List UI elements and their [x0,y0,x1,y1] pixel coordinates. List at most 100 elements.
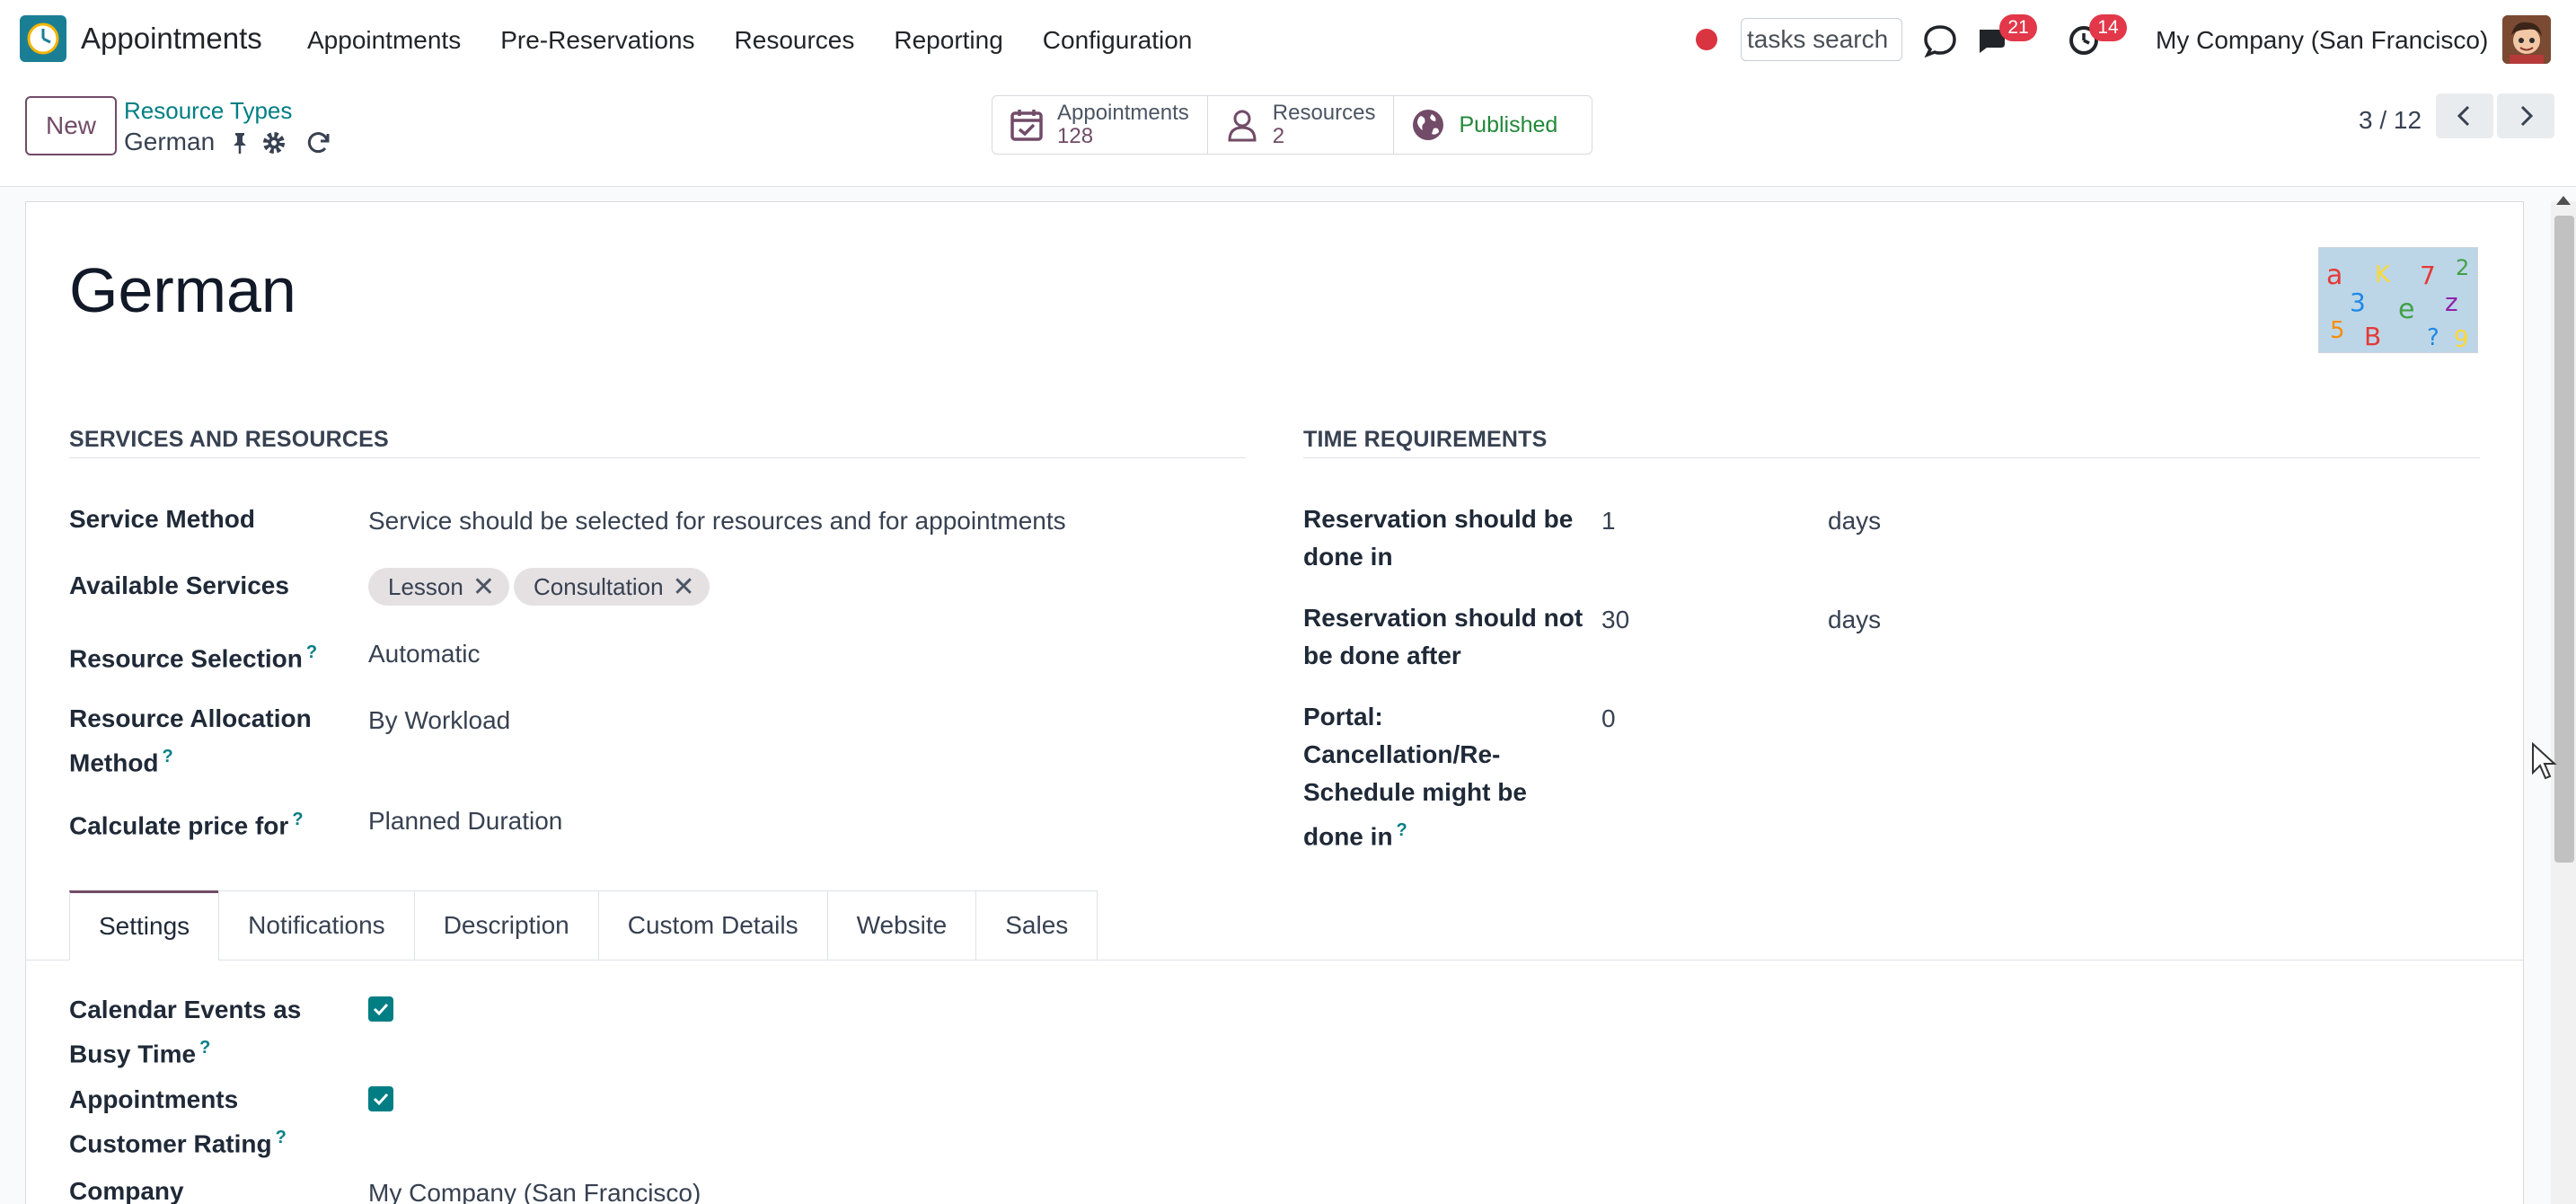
reservation-done-in-label: Reservation should be done in [1303,505,1574,571]
reservation-done-in-unit: days [1828,507,1882,535]
resources-smart-label: Resources [1272,101,1376,125]
tab-notifications[interactable]: Notifications [218,890,414,961]
menu-reporting[interactable]: Reporting [894,26,1002,55]
time-section-title: TIME REQUIREMENTS [1303,427,1548,452]
menu-pre-reservations[interactable]: Pre-Reservations [500,26,694,55]
calculate-price-label: Calculate price for? [69,810,304,840]
calculate-price-value[interactable]: Planned Duration [368,802,562,840]
svg-text:5: 5 [2330,317,2345,344]
discuss-bubble-icon[interactable] [1922,22,1958,58]
user-avatar[interactable] [2502,15,2551,64]
breadcrumb-current-record: German [124,128,216,155]
service-tag-lesson-label: Lesson [388,572,463,600]
mouse-cursor-icon [2532,742,2557,780]
main-menu: Appointments Pre-Reservations Resources … [307,26,1231,55]
service-method-label: Service Method [69,505,255,533]
breadcrumb-resource-types[interactable]: Resource Types [124,97,292,125]
smart-buttons: Appointments 128 Resources 2 Published [992,95,1593,155]
new-record-button[interactable]: New [25,96,117,155]
resources-smart-button[interactable]: Resources 2 [1208,96,1395,154]
reservation-not-after-unit: days [1828,606,1882,633]
checkmark-icon [373,1003,389,1016]
appointments-smart-button[interactable]: Appointments 128 [992,96,1208,154]
resource-allocation-value[interactable]: By Workload [368,702,510,739]
tab-settings[interactable]: Settings [69,890,219,961]
reservation-not-after-value[interactable]: 30 [1601,601,1629,639]
resource-selection-label: Resource Selection? [69,642,318,673]
svg-text:K: K [2375,261,2391,288]
svg-text:9: 9 [2454,326,2469,353]
checkmark-icon [373,1093,389,1106]
calendar-check-icon [1010,110,1043,141]
menu-resources[interactable]: Resources [735,26,855,55]
activities-count-badge: 14 [2089,14,2127,41]
pager-previous-button[interactable] [2436,93,2493,138]
company-value[interactable]: My Company (San Francisco) [368,1174,701,1204]
messages-count-badge: 21 [1999,14,2037,41]
appointments-smart-label: Appointments [1057,101,1189,125]
appointments-app-icon[interactable] [20,15,66,62]
help-tooltip-icon[interactable]: ? [306,642,317,662]
svg-text:7: 7 [2420,261,2436,290]
help-tooltip-icon[interactable]: ? [1397,820,1407,840]
scroll-up-arrow-icon[interactable] [2556,196,2571,205]
customer-rating-checkbox[interactable] [368,1086,393,1111]
user-icon [1228,110,1257,142]
company-label: Company [69,1177,184,1204]
reservation-not-after-label: Reservation should not be done after [1303,604,1584,669]
services-section-title: SERVICES AND RESOURCES [69,427,389,452]
help-tooltip-icon[interactable]: ? [199,1038,210,1058]
chevron-left-icon [2457,105,2470,127]
service-method-value[interactable]: Service should be selected for resources… [368,502,1066,540]
svg-text:z: z [2445,288,2458,317]
globe-icon [1413,110,1444,140]
discard-changes-icon[interactable] [305,129,332,156]
form-sheet: German a 3 K e 7 z 5 B ? 2 9 SERVICES AN… [25,201,2524,1204]
pager-next-button[interactable] [2497,93,2554,138]
reservation-done-in-value[interactable]: 1 [1601,502,1616,540]
recording-indicator-icon[interactable] [1696,29,1717,50]
control-panel: New Resource Types German Appointments 1… [0,81,2576,187]
help-tooltip-icon[interactable]: ? [163,747,173,766]
resource-allocation-label: Resource Allocation Method? [69,704,312,777]
services-section-divider [69,457,1246,458]
chevron-right-icon [2520,105,2534,127]
resources-smart-count: 2 [1272,124,1285,148]
calendar-busy-checkbox[interactable] [368,996,393,1022]
service-tag-consultation: Consultation ✕ [514,568,710,606]
service-tag-lesson: Lesson ✕ [368,568,509,606]
customer-rating-label: Appointments Customer Rating? [69,1085,287,1158]
help-tooltip-icon[interactable]: ? [276,1128,287,1147]
gear-icon[interactable] [260,129,287,156]
tab-sales[interactable]: Sales [975,890,1098,961]
company-switcher[interactable]: My Company (San Francisco) [2156,26,2488,55]
portal-cancellation-label: Portal: Cancellation/Re- Schedule might … [1303,703,1527,851]
remove-tag-icon[interactable]: ✕ [472,571,495,603]
menu-appointments[interactable]: Appointments [307,26,461,55]
available-services-tags[interactable]: Lesson ✕ Consultation ✕ [368,568,907,606]
tab-custom-details[interactable]: Custom Details [597,890,827,961]
svg-text:3: 3 [2350,288,2366,317]
top-navbar: Appointments Appointments Pre-Reservatio… [0,0,2576,81]
resource-selection-value[interactable]: Automatic [368,635,481,673]
remove-tag-icon[interactable]: ✕ [673,571,695,603]
published-smart-button[interactable]: Published [1394,96,1592,154]
menu-configuration[interactable]: Configuration [1043,26,1193,55]
time-section-divider [1303,457,2480,458]
service-tag-consultation-label: Consultation [534,572,664,600]
help-tooltip-icon[interactable]: ? [292,810,303,829]
published-label: Published [1459,111,1558,137]
svg-text:a: a [2326,260,2342,291]
form-tabs: Settings Notifications Description Custo… [69,890,1098,961]
tab-website[interactable]: Website [826,890,976,961]
appointments-smart-count: 128 [1057,124,1094,148]
app-name[interactable]: Appointments [81,22,262,56]
pin-icon[interactable] [226,129,253,156]
tasks-search-input[interactable] [1741,18,1902,61]
svg-text:?: ? [2427,324,2439,351]
tab-description[interactable]: Description [413,890,598,961]
record-name-field[interactable]: German [69,254,296,326]
portal-cancellation-value[interactable]: 0 [1601,700,1616,738]
record-image[interactable]: a 3 K e 7 z 5 B ? 2 9 [2318,247,2478,353]
pager-value[interactable]: 3 / 12 [2359,106,2422,135]
